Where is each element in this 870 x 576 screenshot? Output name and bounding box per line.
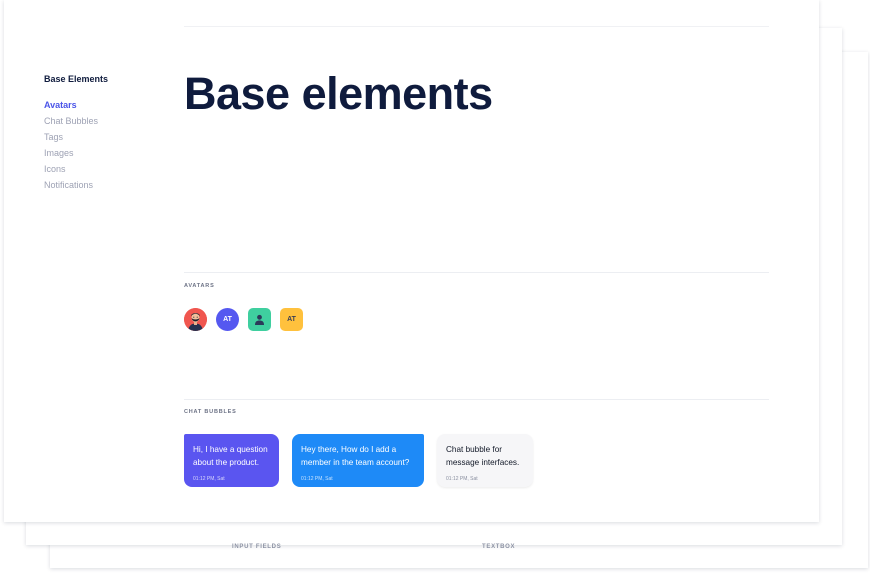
chat-bubble-text: Hi, I have a question about the product. — [193, 445, 268, 467]
style-guide-card: Base Elements Avatars Chat Bubbles Tags … — [4, 0, 819, 522]
avatar-row: AT AT — [184, 308, 312, 331]
avatar-initials: AT — [216, 308, 239, 331]
chat-bubble: Hi, I have a question about the product.… — [184, 434, 279, 487]
section-label-textbox: TEXTBOX — [482, 544, 516, 550]
chat-bubble-row: Hi, I have a question about the product.… — [184, 434, 546, 487]
chat-bubble-timestamp: 01:12 PM, Sat — [446, 476, 478, 482]
section-label-avatars: AVATARS — [184, 283, 215, 289]
canvas: INPUT FIELDS TEXTBOX Base Elements Avata… — [0, 0, 870, 576]
divider — [184, 399, 769, 400]
section-label-chat-bubbles: CHAT BUBBLES — [184, 409, 237, 415]
sidebar-item-avatars[interactable]: Avatars — [44, 97, 174, 113]
sidebar-item-images[interactable]: Images — [44, 145, 174, 161]
chat-bubble-text: Chat bubble for message interfaces. — [446, 445, 520, 467]
sidebar-item-icons[interactable]: Icons — [44, 161, 174, 177]
avatar-initials: AT — [280, 308, 303, 331]
user-icon — [255, 314, 264, 325]
sidebar-item-notifications[interactable]: Notifications — [44, 177, 174, 193]
avatar-photo — [184, 308, 207, 331]
chat-bubble-timestamp: 01:12 PM, Sat — [301, 476, 333, 482]
chat-bubble-text: Hey there, How do I add a member in the … — [301, 445, 410, 467]
chat-bubble-timestamp: 01:12 PM, Sat — [193, 476, 225, 482]
person-portrait-icon — [184, 308, 207, 331]
sidebar-item-tags[interactable]: Tags — [44, 129, 174, 145]
chat-bubble: Chat bubble for message interfaces. 01:1… — [437, 434, 533, 487]
chat-bubble: Hey there, How do I add a member in the … — [292, 434, 424, 487]
avatar-user — [248, 308, 271, 331]
sidebar-title: Base Elements — [44, 74, 109, 84]
page-title: Base elements — [184, 68, 493, 119]
divider — [184, 26, 769, 27]
sidebar-item-chat-bubbles[interactable]: Chat Bubbles — [44, 113, 174, 129]
divider — [184, 272, 769, 273]
sidebar: Base Elements Avatars Chat Bubbles Tags … — [44, 74, 174, 193]
section-label-input-fields: INPUT FIELDS — [232, 544, 282, 550]
